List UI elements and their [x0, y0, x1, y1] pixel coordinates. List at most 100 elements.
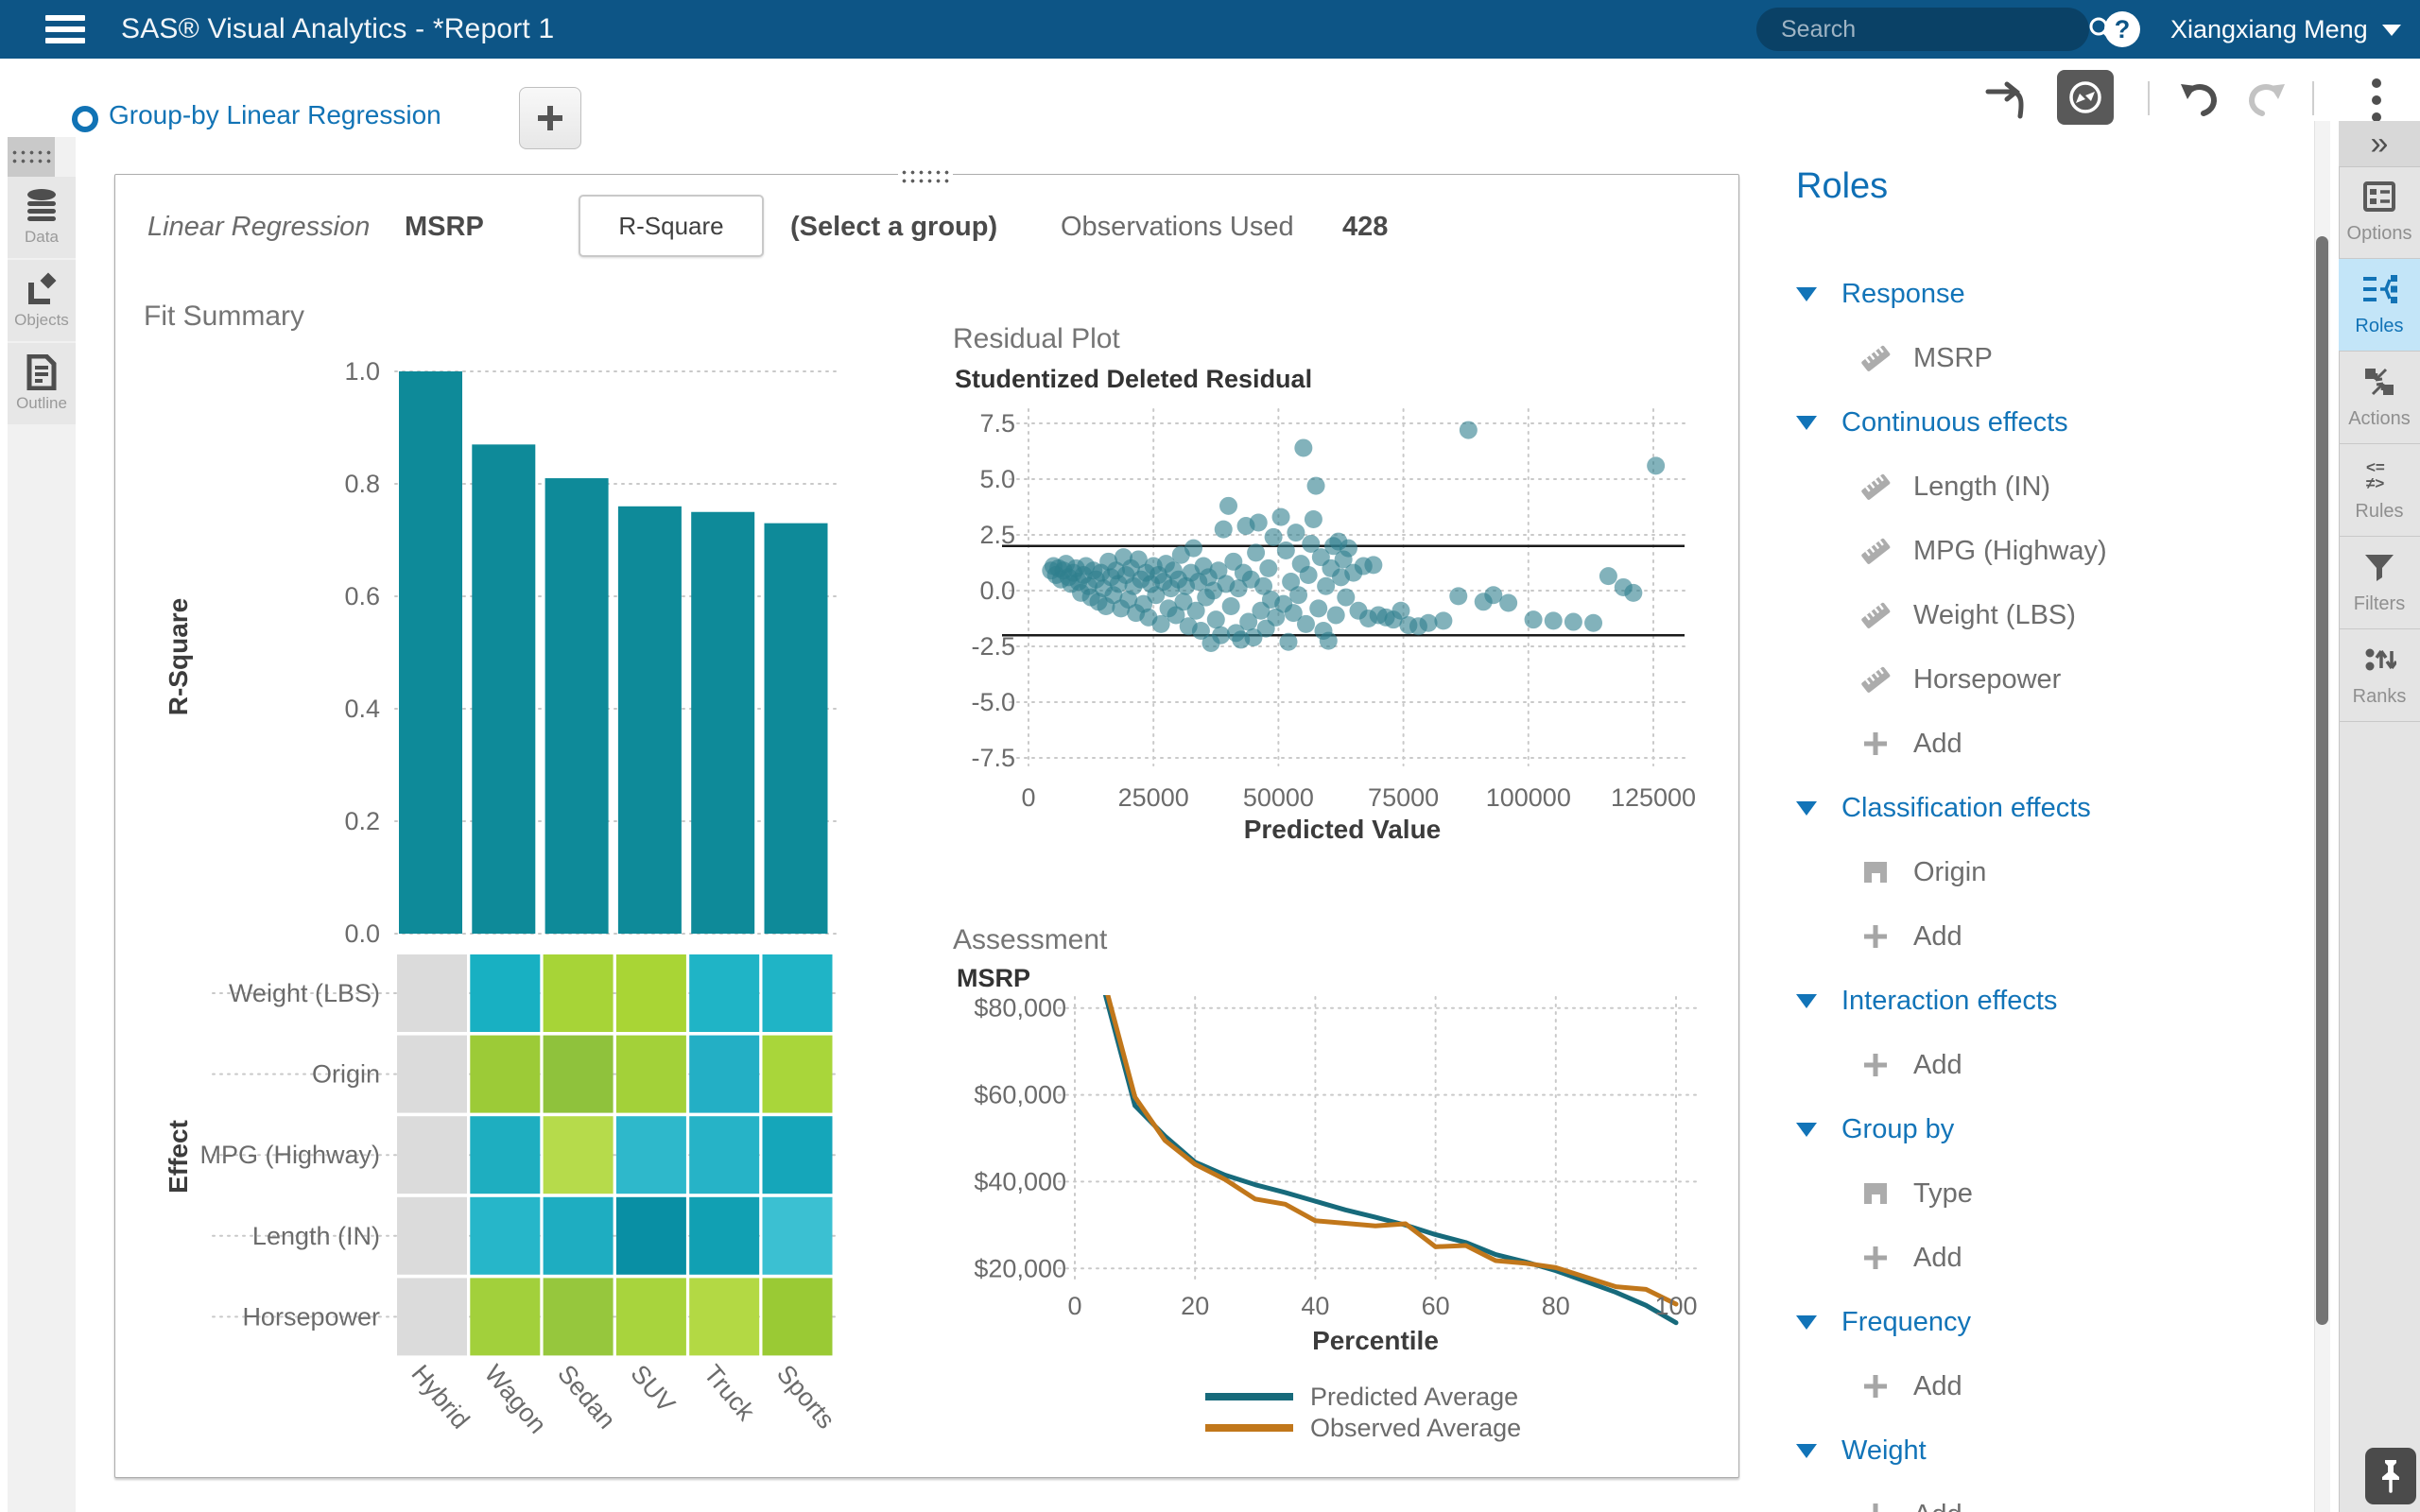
role-item-origin[interactable]: Origin [1766, 840, 2305, 904]
fit-bar-Hybrid[interactable] [399, 371, 462, 934]
residual-point[interactable] [1289, 586, 1307, 604]
collapse-triangle-icon[interactable] [1796, 1315, 1817, 1330]
residual-point[interactable] [1434, 611, 1452, 629]
role-add-button[interactable]: Add [1766, 1226, 2305, 1290]
tab-group-by-linear-regression[interactable]: Group-by Linear Regression [109, 100, 441, 130]
effect-cell[interactable] [763, 1278, 833, 1355]
role-add-button[interactable]: Add [1766, 712, 2305, 776]
effect-cell[interactable] [689, 954, 759, 1032]
residual-point[interactable] [1259, 559, 1277, 577]
residual-point[interactable] [1599, 567, 1617, 585]
collapse-triangle-icon[interactable] [1796, 1444, 1817, 1458]
panel-tab-filters[interactable]: Filters [2339, 537, 2420, 629]
effect-cell[interactable] [397, 954, 467, 1032]
search-box[interactable] [1756, 8, 2089, 51]
residual-point[interactable] [1624, 584, 1642, 602]
effect-cell[interactable] [544, 1278, 614, 1355]
residual-point[interactable] [1460, 421, 1478, 439]
effect-cell[interactable] [470, 1036, 540, 1113]
residual-point[interactable] [1449, 587, 1467, 605]
residual-point[interactable] [1152, 615, 1170, 633]
residual-point[interactable] [1525, 610, 1543, 628]
residual-point[interactable] [1545, 611, 1563, 629]
residual-point[interactable] [1499, 593, 1517, 611]
present-report-icon[interactable] [1981, 76, 2031, 125]
effect-cell[interactable] [763, 1036, 833, 1113]
panel-tab-actions[interactable]: Actions [2339, 352, 2420, 444]
role-item-msrp[interactable]: MSRP [1766, 326, 2305, 390]
select-group-hint[interactable]: (Select a group) [790, 212, 997, 243]
roles-section-group-by[interactable]: Group by [1766, 1097, 2305, 1161]
collapse-panel-icon[interactable]: » [2339, 121, 2420, 167]
roles-scrollbar-thumb[interactable] [2316, 236, 2328, 1325]
roles-section-response[interactable]: Response [1766, 262, 2305, 326]
residual-point[interactable] [1305, 510, 1322, 528]
add-page-button[interactable] [519, 87, 581, 149]
effect-cell[interactable] [763, 954, 833, 1032]
residual-point[interactable] [1647, 456, 1665, 474]
residual-point[interactable] [1277, 541, 1295, 559]
roles-section-frequency[interactable]: Frequency [1766, 1290, 2305, 1354]
fit-bar-Wagon[interactable] [472, 444, 535, 934]
sidebar-item-objects[interactable]: Objects [8, 260, 76, 341]
collapse-triangle-icon[interactable] [1796, 287, 1817, 301]
residual-point[interactable] [1294, 438, 1312, 456]
residual-point[interactable] [1212, 627, 1230, 644]
left-rail-drag-handle[interactable] [8, 137, 55, 177]
effect-cell[interactable] [763, 1197, 833, 1275]
residual-point[interactable] [1320, 632, 1338, 650]
search-input[interactable] [1756, 15, 2087, 44]
role-item-mpg-highway-[interactable]: MPG (Highway) [1766, 519, 2305, 583]
residual-point[interactable] [1272, 508, 1290, 526]
role-add-button[interactable]: Add [1766, 1033, 2305, 1097]
role-item-weight-lbs-[interactable]: Weight (LBS) [1766, 583, 2305, 647]
role-item-horsepower[interactable]: Horsepower [1766, 647, 2305, 712]
residual-point[interactable] [1279, 633, 1297, 651]
collapse-triangle-icon[interactable] [1796, 1123, 1817, 1137]
menu-hamburger-icon[interactable] [45, 15, 85, 43]
r-square-button[interactable]: R-Square [579, 195, 764, 257]
roles-section-interaction-effects[interactable]: Interaction effects [1766, 969, 2305, 1033]
residual-point[interactable] [1364, 556, 1382, 574]
effect-cell[interactable] [616, 1036, 686, 1113]
sidebar-item-outline[interactable]: Outline [8, 343, 76, 424]
residual-point[interactable] [1247, 543, 1265, 561]
residual-point[interactable] [1300, 566, 1318, 584]
sidebar-item-data[interactable]: Data [8, 177, 76, 258]
effect-cell[interactable] [544, 954, 614, 1032]
effect-cell[interactable] [689, 1116, 759, 1194]
effect-cell[interactable] [397, 1278, 467, 1355]
assessment-line-chart[interactable]: 020406080100$20,000$40,000$60,000$80,000… [936, 995, 1720, 1476]
more-options-kebab-icon[interactable] [2352, 76, 2401, 125]
role-item-type[interactable]: Type [1766, 1161, 2305, 1226]
roles-section-continuous-effects[interactable]: Continuous effects [1766, 390, 2305, 455]
user-menu[interactable]: Xiangxiang Meng [2170, 15, 2368, 44]
panel-tab-ranks[interactable]: Ranks [2339, 629, 2420, 722]
residual-point[interactable] [1287, 524, 1305, 541]
effect-cell[interactable] [616, 954, 686, 1032]
effect-cell[interactable] [470, 954, 540, 1032]
residual-point[interactable] [1420, 614, 1438, 632]
roles-section-classification-effects[interactable]: Classification effects [1766, 776, 2305, 840]
fit-bar-SUV[interactable] [618, 507, 682, 934]
object-drag-handle[interactable] [898, 166, 953, 187]
residual-point[interactable] [1307, 477, 1325, 495]
auto-refresh-toggle-button[interactable] [2057, 70, 2114, 125]
role-add-button[interactable]: Add [1766, 1354, 2305, 1418]
effect-cell[interactable] [397, 1197, 467, 1275]
residual-point[interactable] [1215, 521, 1233, 539]
collapse-triangle-icon[interactable] [1796, 801, 1817, 816]
panel-tab-roles[interactable]: Roles [2339, 259, 2420, 352]
residual-point[interactable] [1265, 528, 1283, 546]
effect-cell[interactable] [544, 1036, 614, 1113]
collapse-triangle-icon[interactable] [1796, 994, 1817, 1008]
residual-point[interactable] [1222, 597, 1240, 615]
effect-cell[interactable] [616, 1197, 686, 1275]
undo-icon[interactable] [2174, 76, 2223, 125]
residual-point[interactable] [1309, 599, 1327, 617]
fit-bar-Sports[interactable] [765, 524, 828, 934]
effect-cell[interactable] [397, 1116, 467, 1194]
effect-cell[interactable] [470, 1197, 540, 1275]
residual-point[interactable] [1327, 606, 1345, 624]
residual-point[interactable] [1250, 514, 1268, 532]
